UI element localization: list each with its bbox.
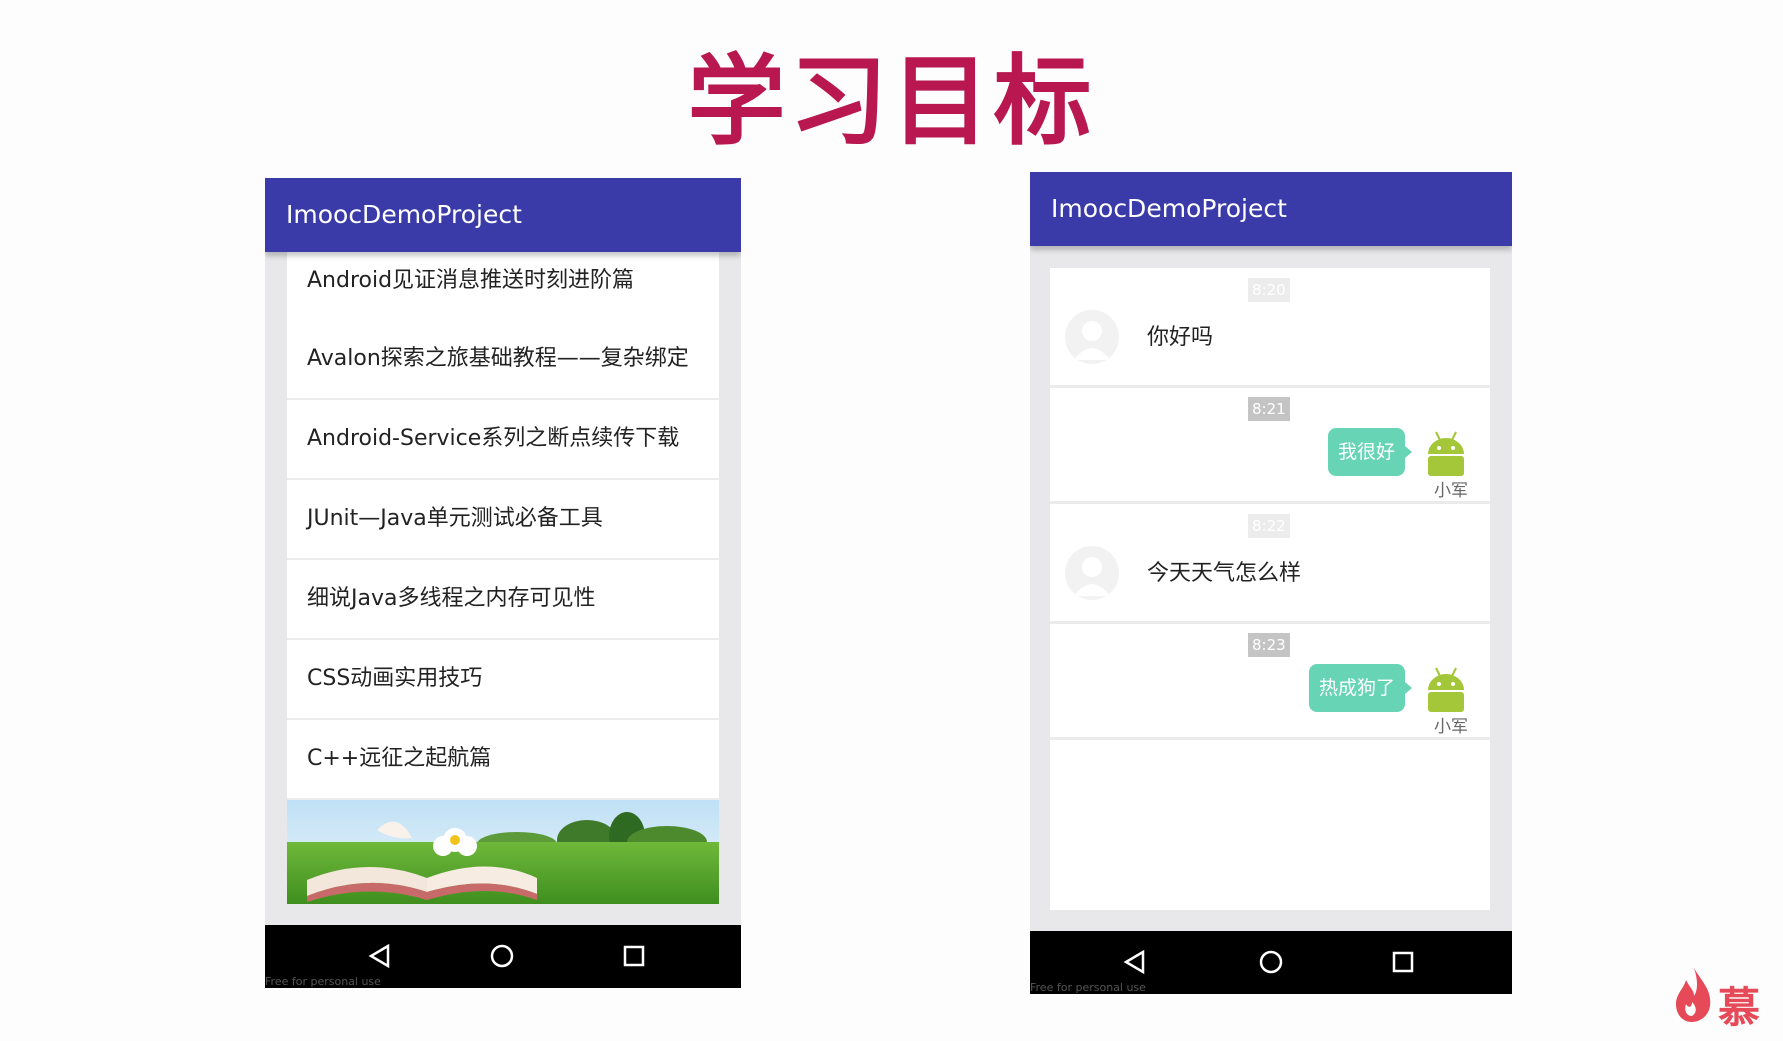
list-item[interactable]: Android-Service系列之断点续传下载: [287, 400, 719, 480]
watermark: Free for personal use: [1030, 981, 1146, 994]
flame-logo-icon: [1676, 968, 1711, 1022]
list-item[interactable]: 细说Java多线程之内存可见性: [287, 560, 719, 640]
message-bubble[interactable]: 热成狗了: [1308, 664, 1412, 712]
watermark: Free for personal use: [265, 975, 381, 988]
right-phone-screen: ImoocDemoProject 8:20 你好吗 8:21 我很好 小军 8:…: [1030, 172, 1512, 994]
recents-icon[interactable]: [611, 933, 657, 979]
list-item[interactable]: Android见证消息推送时刻进阶篇: [287, 242, 719, 322]
navigation-bar: Free for personal use: [1030, 931, 1512, 994]
chat-message: 8:23 热成狗了 小军: [1050, 624, 1490, 740]
slide-title: 学习目标: [687, 45, 1096, 159]
navigation-bar: Free for personal use: [265, 925, 741, 988]
timestamp: 8:23: [1248, 633, 1290, 657]
android-robot-icon[interactable]: [1422, 428, 1470, 478]
chat-message: 8:20 你好吗: [1050, 268, 1490, 388]
list-item[interactable]: C++远征之起航篇: [287, 720, 719, 800]
banner-image[interactable]: [287, 800, 719, 904]
list-item[interactable]: Avalon探索之旅基础教程——复杂绑定: [287, 320, 719, 400]
chat-list[interactable]: 8:20 你好吗 8:21 我很好 小军 8:22 今天天气怎么样 8:23 热…: [1050, 268, 1490, 910]
bubble-tail: [1405, 446, 1412, 458]
app-bar-title: ImoocDemoProject: [265, 178, 741, 252]
back-icon[interactable]: [357, 933, 403, 979]
chat-message: 8:22 今天天气怎么样: [1050, 504, 1490, 624]
timestamp: 8:21: [1248, 397, 1290, 421]
recents-icon[interactable]: [1380, 939, 1426, 985]
message-text: 你好吗: [1147, 325, 1214, 350]
avatar-icon[interactable]: [1065, 310, 1119, 364]
timestamp: 8:22: [1248, 514, 1290, 538]
left-phone-screen: ImoocDemoProject Android见证消息推送时刻进阶篇 Aval…: [265, 178, 741, 988]
app-bar-title: ImoocDemoProject: [1030, 172, 1512, 246]
android-robot-icon[interactable]: [1422, 664, 1470, 714]
nickname: 小军: [1434, 481, 1468, 501]
nickname: 小军: [1434, 717, 1468, 737]
home-icon[interactable]: [479, 933, 525, 979]
brand-logo-text: 慕: [1718, 983, 1761, 1032]
message-bubble[interactable]: 我很好: [1327, 428, 1412, 476]
message-text: 我很好: [1337, 441, 1395, 463]
chat-message: 8:21 我很好 小军: [1050, 388, 1490, 504]
message-text: 今天天气怎么样: [1147, 561, 1302, 586]
back-icon[interactable]: [1112, 939, 1158, 985]
list-item[interactable]: JUnit—Java单元测试必备工具: [287, 480, 719, 560]
timestamp: 8:20: [1248, 278, 1290, 302]
avatar-icon[interactable]: [1065, 546, 1119, 600]
bubble-tail: [1405, 682, 1412, 694]
message-text: 热成狗了: [1318, 677, 1395, 699]
home-icon[interactable]: [1248, 939, 1294, 985]
list-item[interactable]: CSS动画实用技巧: [287, 640, 719, 720]
